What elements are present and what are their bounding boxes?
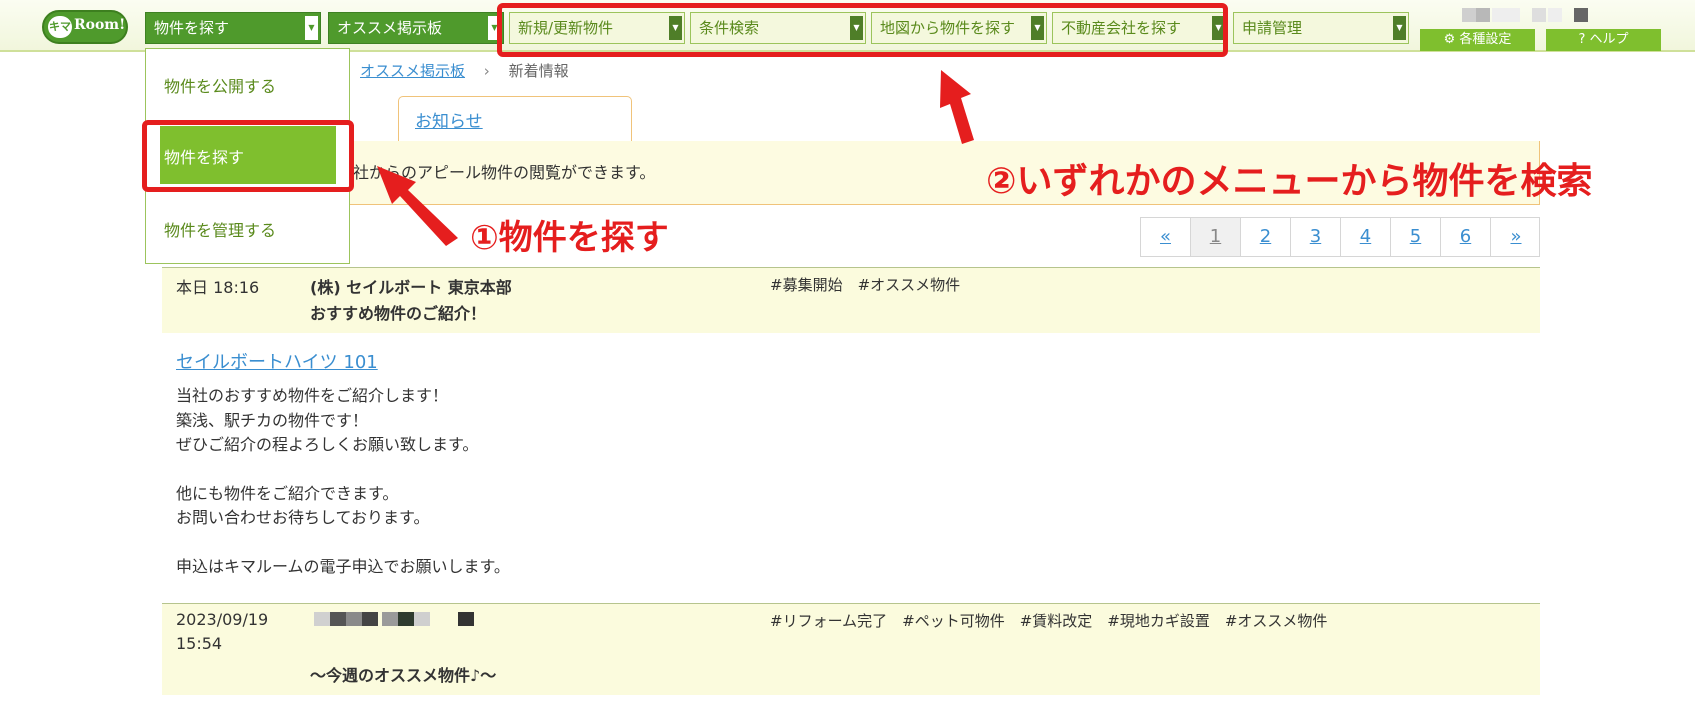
annotation-arrows [377, 70, 974, 246]
annotation-step2: ②いずれかのメニューから物件を検索 [986, 161, 1593, 202]
annotation-step1: ①物件を探す [470, 218, 669, 258]
arrow-to-search-item [377, 166, 458, 246]
arrow-to-search-menus [940, 70, 974, 144]
